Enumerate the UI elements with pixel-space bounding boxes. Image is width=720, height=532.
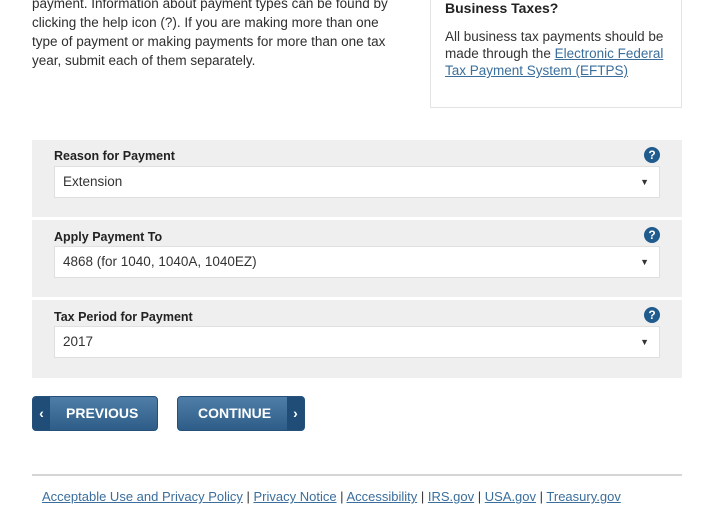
footer-divider — [32, 474, 682, 476]
field-divider — [32, 297, 682, 300]
privacy-notice-link[interactable]: Privacy Notice — [253, 489, 336, 504]
tax-period-value: 2017 — [63, 334, 94, 349]
footer-separator: | — [417, 489, 428, 504]
apply-payment-to-select[interactable]: 4868 (for 1040, 1040A, 1040EZ) ▼ — [54, 246, 660, 278]
footer-separator: | — [474, 489, 485, 504]
chevron-right-icon: › — [287, 397, 304, 430]
treasury-gov-link[interactable]: Treasury.gov — [546, 489, 620, 504]
business-taxes-title: Business Taxes? — [445, 0, 559, 16]
footer-links: Acceptable Use and Privacy Policy | Priv… — [42, 489, 621, 504]
continue-button[interactable]: CONTINUE › — [177, 396, 305, 431]
footer-separator: | — [536, 489, 547, 504]
accessibility-link[interactable]: Accessibility — [346, 489, 417, 504]
field-divider — [32, 217, 682, 220]
intro-line: year, submit each of them separately. — [32, 53, 256, 68]
reason-for-payment-value: Extension — [63, 174, 123, 189]
intro-line: payment. Information about payment types… — [32, 0, 388, 11]
help-icon[interactable]: ? — [644, 147, 660, 163]
business-taxes-box: Business Taxes? All business tax payment… — [430, 0, 682, 108]
chevron-down-icon: ▼ — [640, 177, 649, 187]
apply-payment-to-value: 4868 (for 1040, 1040A, 1040EZ) — [63, 254, 257, 269]
tax-period-label: Tax Period for Payment — [54, 310, 193, 324]
irs-gov-link[interactable]: IRS.gov — [428, 489, 474, 504]
chevron-down-icon: ▼ — [640, 257, 649, 267]
payment-form-panel: Reason for Payment ? Extension ▼ Apply P… — [32, 140, 682, 378]
intro-line: clicking the help icon (?). If you are m… — [32, 15, 379, 30]
chevron-left-icon: ‹ — [33, 397, 50, 430]
help-icon[interactable]: ? — [644, 307, 660, 323]
intro-text: payment. Information about payment types… — [32, 0, 420, 70]
intro-line: type of payment or making payments for m… — [32, 34, 386, 49]
chevron-down-icon: ▼ — [640, 337, 649, 347]
continue-button-label: CONTINUE — [198, 405, 272, 421]
usa-gov-link[interactable]: USA.gov — [485, 489, 536, 504]
reason-for-payment-label: Reason for Payment — [54, 149, 175, 163]
apply-payment-to-label: Apply Payment To — [54, 230, 163, 244]
acceptable-use-link[interactable]: Acceptable Use and Privacy Policy — [42, 489, 243, 504]
previous-button[interactable]: ‹ PREVIOUS — [32, 396, 158, 431]
reason-for-payment-select[interactable]: Extension ▼ — [54, 166, 660, 198]
tax-period-select[interactable]: 2017 ▼ — [54, 326, 660, 358]
footer-separator: | — [336, 489, 347, 504]
business-taxes-text: All business tax payments should be made… — [445, 28, 667, 79]
previous-button-label: PREVIOUS — [66, 405, 139, 421]
help-icon[interactable]: ? — [644, 227, 660, 243]
footer-separator: | — [242, 489, 254, 504]
